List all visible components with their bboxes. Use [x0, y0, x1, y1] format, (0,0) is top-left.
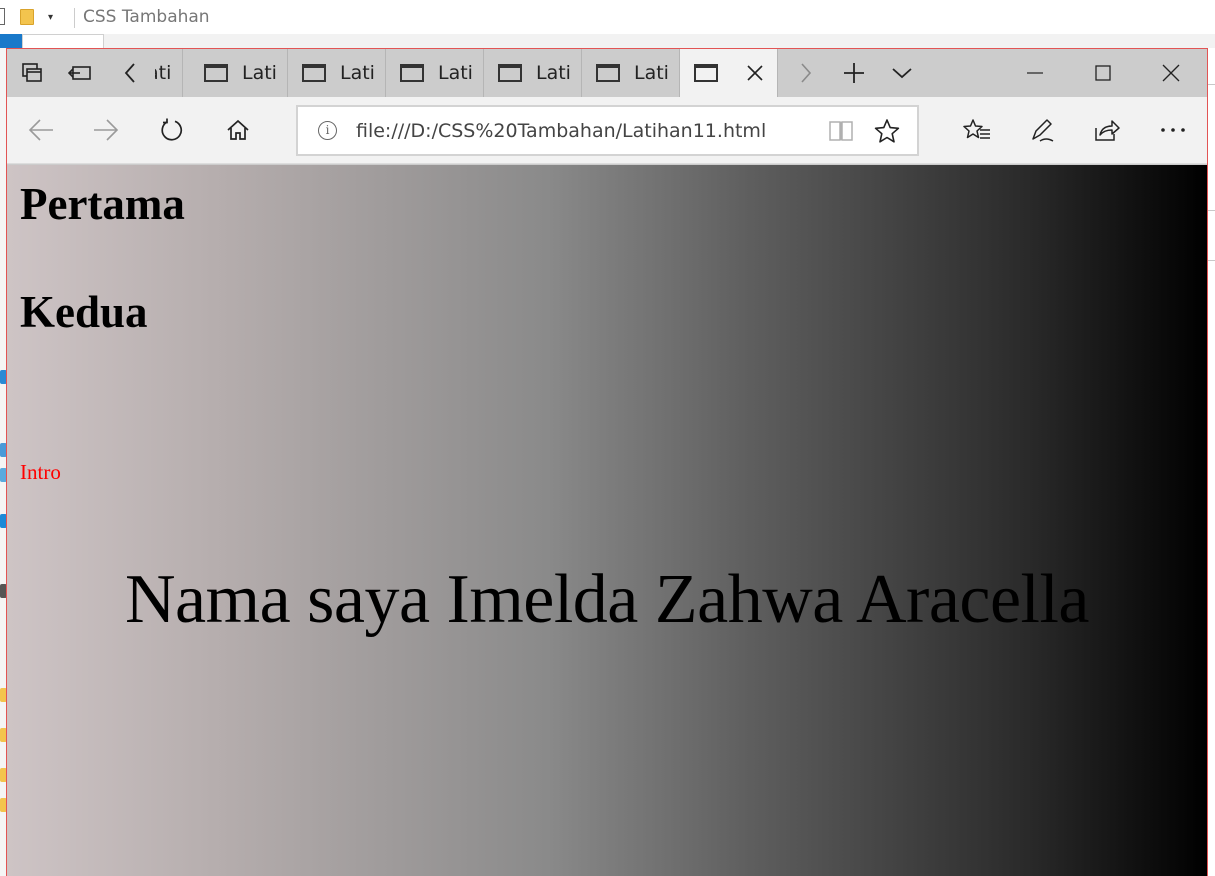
- page-content: Pertama Kedua Intro Nama saya Imelda Zah…: [7, 165, 1207, 876]
- quick-access-dropdown-icon[interactable]: ▾: [48, 12, 53, 23]
- tab-page-icon: [302, 64, 326, 82]
- minimize-icon[interactable]: [1001, 49, 1069, 97]
- tab-latihan[interactable]: Lati: [582, 49, 680, 97]
- tab-page-icon: [694, 64, 718, 82]
- name-text: Nama saya Imelda Zahwa Aracella: [125, 561, 1090, 638]
- explorer-title-bar: ▾ CSS Tambahan: [0, 0, 1215, 34]
- address-bar[interactable]: i file:///D:/CSS%20Tambahan/Latihan11.ht…: [296, 105, 919, 156]
- explorer-window-title: CSS Tambahan: [83, 7, 210, 27]
- star-icon[interactable]: [874, 118, 900, 144]
- info-icon[interactable]: i: [318, 121, 337, 140]
- tab-latihan[interactable]: Lati: [288, 49, 386, 97]
- divider: [1208, 210, 1215, 211]
- tab-page-icon: [498, 64, 522, 82]
- tab-latihan[interactable]: Lati: [190, 49, 288, 97]
- properties-icon[interactable]: [0, 8, 5, 25]
- ribbon-tab-home[interactable]: [22, 34, 104, 48]
- heading-pertama: Pertama: [20, 179, 185, 229]
- tab-partial[interactable]: ati: [155, 49, 183, 97]
- tab-page-icon: [400, 64, 424, 82]
- folder-icon[interactable]: [20, 9, 34, 25]
- share-icon[interactable]: [1083, 107, 1131, 153]
- tab-label: Lati: [340, 62, 375, 84]
- close-icon[interactable]: [745, 63, 765, 83]
- title-separator: [74, 8, 75, 28]
- browser-window: ati Lati Lati Lati Lati Lati: [6, 48, 1208, 876]
- tab-latihan[interactable]: Lati: [484, 49, 582, 97]
- navigation-bar: i file:///D:/CSS%20Tambahan/Latihan11.ht…: [7, 97, 1207, 164]
- tab-label: Lati: [438, 62, 473, 84]
- tab-label: Lati: [634, 62, 669, 84]
- home-icon[interactable]: [214, 107, 262, 153]
- refresh-icon[interactable]: [148, 107, 196, 153]
- book-icon[interactable]: [828, 119, 854, 143]
- tab-page-icon: [596, 64, 620, 82]
- chevron-right-icon[interactable]: [782, 49, 830, 97]
- favorites-list-icon[interactable]: [953, 107, 1001, 153]
- tabs-aside-icon[interactable]: [9, 49, 55, 97]
- heading-kedua: Kedua: [20, 287, 148, 337]
- divider: [1208, 260, 1215, 261]
- restore-tabs-icon[interactable]: [57, 49, 103, 97]
- tab-label: Lati: [536, 62, 571, 84]
- tab-label: Lati: [242, 62, 277, 84]
- maximize-icon[interactable]: [1069, 49, 1137, 97]
- file-menu-tab[interactable]: [0, 34, 22, 48]
- plus-icon[interactable]: [831, 49, 877, 97]
- chevron-left-icon[interactable]: [105, 49, 155, 97]
- url-text[interactable]: file:///D:/CSS%20Tambahan/Latihan11.html: [356, 120, 766, 142]
- pen-icon[interactable]: [1018, 107, 1066, 153]
- intro-text: Intro: [20, 460, 61, 484]
- arrow-right-icon[interactable]: [82, 107, 130, 153]
- arrow-left-icon[interactable]: [17, 107, 65, 153]
- tab-active[interactable]: [680, 49, 778, 97]
- tab-bar: ati Lati Lati Lati Lati Lati: [7, 49, 1207, 97]
- chevron-down-icon[interactable]: [879, 49, 925, 97]
- window-close-icon[interactable]: [1137, 49, 1205, 97]
- tab-label: ati: [155, 62, 172, 84]
- explorer-details-pane: [1208, 48, 1215, 876]
- tab-page-icon: [204, 64, 228, 82]
- explorer-ribbon: [0, 34, 1215, 48]
- divider: [1208, 84, 1215, 85]
- tab-latihan[interactable]: Lati: [386, 49, 484, 97]
- more-icon[interactable]: [1149, 107, 1197, 153]
